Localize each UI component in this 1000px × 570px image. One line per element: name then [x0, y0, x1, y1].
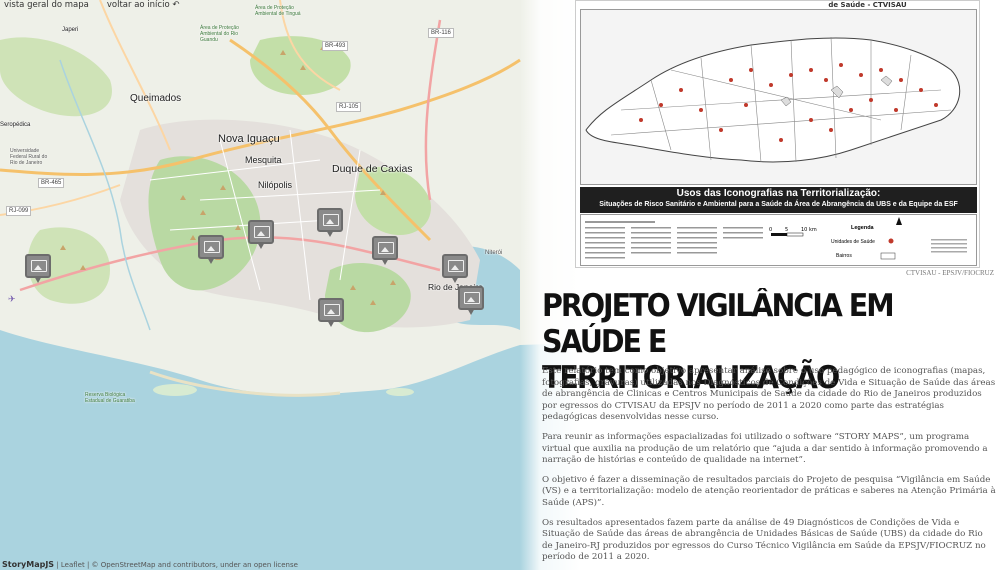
figure-title: Usos das Iconografias na Territorializaç… — [676, 188, 881, 199]
figure-header: de Saúde - CTVISAU — [828, 1, 907, 9]
place-mesquita: Mesquita — [245, 155, 282, 165]
paragraph: Para reunir as informações espacializada… — [542, 431, 988, 466]
map-marker[interactable] — [442, 254, 468, 284]
map-marker[interactable] — [248, 220, 274, 250]
story-text: Este relatório tem como objetivo apresen… — [542, 366, 996, 570]
figure-legend-drawing — [585, 217, 967, 260]
place-apa-tingua: Área de Proteção Ambiental de Tinguá — [255, 5, 301, 17]
paragraph: Este relatório tem como objetivo apresen… — [542, 366, 996, 423]
legend-title: Legenda — [851, 225, 874, 231]
place-niteroi: Niterói — [485, 250, 503, 256]
map-marker[interactable] — [317, 208, 343, 238]
overview-link[interactable]: vista geral do mapa — [4, 0, 89, 12]
back-to-start-link[interactable]: voltar ao início ↶ — [107, 0, 180, 12]
place-apa-guandu: Área de Proteção Ambiental do Rio Guandu — [200, 25, 239, 43]
map-marker[interactable] — [198, 235, 224, 265]
district-map-drawing — [585, 36, 961, 163]
place-ufrrj: Universidade Federal Rural do Rio de Jan… — [10, 148, 48, 166]
place-reserva-guaratiba: Reserva Biológica Estadual de Guaratiba — [85, 392, 135, 404]
road-br493: BR-493 — [322, 41, 349, 51]
place-japeri: Japeri — [62, 27, 79, 33]
place-queimados: Queimados — [130, 93, 182, 104]
story-panel[interactable]: de Saúde - CTVISAU Usos das Iconografias… — [520, 0, 1000, 570]
road-rj099: RJ-099 — [6, 206, 32, 216]
figure-district-map — [580, 9, 977, 185]
back-to-start-label: voltar ao início — [106, 0, 170, 10]
attribution-text: | Leaflet | © OpenStreetMap and contribu… — [56, 561, 298, 569]
svg-text:✈: ✈ — [8, 295, 16, 305]
scale-10km: 10 km — [801, 227, 817, 233]
map-attribution: StoryMapJS | Leaflet | © OpenStreetMap a… — [2, 560, 298, 569]
scale-0: 0 — [769, 227, 773, 233]
undo-arrow-icon: ↶ — [172, 0, 180, 10]
map-marker[interactable] — [318, 298, 344, 328]
figure-legend: Legenda Unidades de Saúde Bairros 0 5 10… — [580, 214, 977, 266]
scale-5: 5 — [785, 227, 789, 233]
place-seropedica: Seropédica — [0, 122, 31, 128]
map-marker[interactable] — [458, 286, 484, 316]
figure-image: de Saúde - CTVISAU Usos das Iconografias… — [575, 0, 980, 268]
paragraph: O objetivo é fazer a disseminação de res… — [542, 474, 996, 508]
figure-title-bar: Usos das Iconografias na Territorializaç… — [580, 187, 977, 213]
paragraph: Os resultados apresentados fazem parte d… — [542, 517, 986, 563]
storymapjs-brand: StoryMapJS — [2, 560, 55, 569]
map-marker[interactable] — [372, 236, 398, 266]
figure-caption: CTVISAU - EPSJV/FIOCRUZ — [906, 269, 994, 277]
legend-bairros: Bairros — [836, 253, 852, 259]
road-br116: BR-116 — [428, 28, 454, 38]
place-duque-de-caxias: Duque de Caxias — [332, 163, 413, 175]
map-marker[interactable] — [25, 254, 51, 284]
road-rj105: RJ-105 — [336, 102, 362, 112]
place-nova-iguacu: Nova Iguaçu — [218, 133, 280, 145]
figure-subtitle: Situações de Risco Sanitário e Ambiental… — [599, 201, 958, 208]
legend-unit: Unidades de Saúde — [831, 239, 875, 245]
road-br465: BR-465 — [38, 178, 65, 188]
place-nilopolis: Nilópolis — [258, 180, 293, 190]
